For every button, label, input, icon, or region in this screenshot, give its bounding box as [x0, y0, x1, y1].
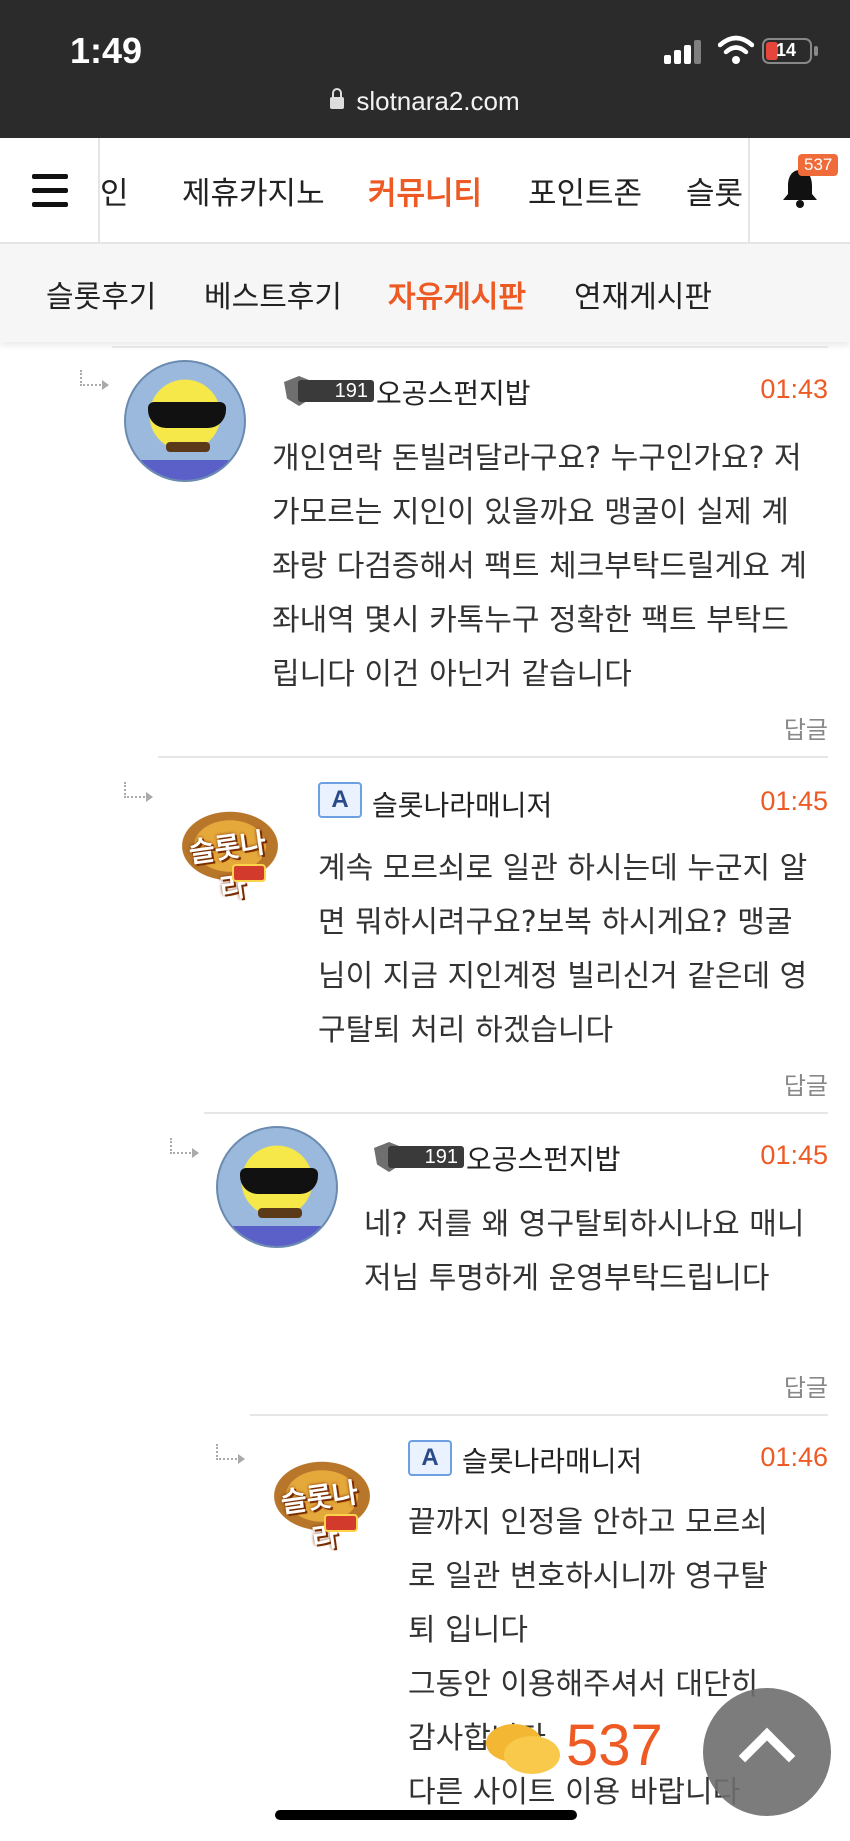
- scroll-top-button[interactable]: [703, 1688, 831, 1816]
- battery-cap: [814, 46, 818, 56]
- comment-item: 191 오공스펀지밥 01:43 개인연락 돈빌려달라구요? 누구인가요? 저가…: [80, 346, 828, 758]
- comment-author[interactable]: 슬롯나라매니저: [372, 784, 552, 824]
- lock-icon: [330, 88, 345, 110]
- comment-time: 01:46: [760, 1442, 828, 1472]
- nav-tab-casino[interactable]: 제휴카지노: [182, 168, 325, 213]
- admin-badge: A: [408, 1440, 452, 1476]
- main-nav-tabs: 인 제휴카지노 커뮤니티 포인트존 슬롯: [100, 138, 750, 242]
- avatar[interactable]: [216, 1126, 338, 1248]
- home-indicator: [275, 1810, 577, 1820]
- comment-item: 191 오공스펀지밥 01:45 네? 저를 왜 영구탈퇴하시나요 매니저님 투…: [170, 1112, 828, 1414]
- chevron-up-icon: [738, 1727, 796, 1785]
- signal-icon: [664, 38, 706, 64]
- nav-tab-partial[interactable]: 인: [100, 168, 129, 213]
- logo-text: 슬롯나라: [278, 1475, 360, 1556]
- reply-arrow-icon: [216, 1444, 245, 1464]
- comment-author[interactable]: 오공스펀지밥: [466, 1138, 621, 1178]
- comment-time: 01:45: [760, 1140, 828, 1170]
- url-text: slotnara2.com: [356, 86, 520, 116]
- notification-badge: 537: [798, 154, 839, 176]
- chat-bubble-icon[interactable]: [478, 1720, 560, 1780]
- battery-icon: 14: [762, 38, 812, 64]
- level-badge: 191: [284, 376, 376, 406]
- comment-item: 슬롯나라 A 슬롯나라매니저 01:45 계속 모르쇠로 일관 하시는데 누군지…: [124, 756, 828, 1112]
- reply-arrow-icon: [124, 782, 153, 802]
- battery-level: 14: [776, 40, 797, 60]
- comment-author[interactable]: 슬롯나라매니저: [462, 1440, 642, 1480]
- avatar[interactable]: [124, 360, 246, 482]
- nav-tab-slot[interactable]: 슬롯: [686, 168, 743, 213]
- admin-badge: A: [318, 782, 362, 818]
- comment-text: 계속 모르쇠로 일관 하시는데 누군지 알면 뭐하시려구요?보복 하시게요? 맹…: [318, 851, 808, 1048]
- subtab-slot-review[interactable]: 슬롯후기: [46, 272, 156, 316]
- wifi-icon: [718, 35, 754, 64]
- address-bar[interactable]: slotnara2.com: [0, 86, 850, 117]
- subtab-series-board[interactable]: 연재게시판: [574, 272, 712, 316]
- status-bar: 1:49 14 slotnara2.com: [0, 0, 850, 138]
- reply-button[interactable]: 답글: [784, 1368, 828, 1403]
- logo-text: 슬롯나라: [186, 825, 268, 906]
- notification-button[interactable]: 537: [748, 138, 850, 242]
- reply-arrow-icon: [80, 370, 109, 390]
- level-badge: 191: [374, 1142, 466, 1172]
- sub-nav: 슬롯후기 베스트후기 자유게시판 연재게시판: [0, 244, 850, 342]
- reply-arrow-icon: [170, 1138, 199, 1158]
- comment-time: 01:43: [760, 374, 828, 404]
- comment-text: 네? 저를 왜 영구탈퇴하시나요 매니저님 투명하게 운영부탁드립니다: [364, 1207, 805, 1296]
- comment-author[interactable]: 오공스펀지밥: [376, 372, 531, 412]
- subtab-free-board[interactable]: 자유게시판: [388, 272, 526, 316]
- subtab-best-review[interactable]: 베스트후기: [204, 272, 342, 316]
- nav-tab-point[interactable]: 포인트존: [528, 168, 642, 213]
- comment-line: 끝까지 인정을 안하고 모르쇠로 일관 변호하시니까 영구탈퇴 입니다: [408, 1505, 768, 1648]
- main-nav: 인 제휴카지노 커뮤니티 포인트존 슬롯 537: [0, 138, 850, 244]
- reply-button[interactable]: 답글: [784, 1066, 828, 1101]
- clock: 1:49: [70, 30, 143, 71]
- avatar[interactable]: 슬롯나라: [262, 1436, 384, 1558]
- comment-text: 개인연락 돈빌려달라구요? 누구인가요? 저가모르는 지인이 있을까요 맹굴이 …: [272, 441, 807, 692]
- nav-tab-community[interactable]: 커뮤니티: [368, 168, 482, 213]
- comment-time: 01:45: [760, 786, 828, 816]
- chat-count[interactable]: 537: [566, 1712, 663, 1779]
- menu-icon[interactable]: [0, 138, 100, 242]
- avatar[interactable]: 슬롯나라: [170, 786, 292, 908]
- reply-button[interactable]: 답글: [784, 710, 828, 745]
